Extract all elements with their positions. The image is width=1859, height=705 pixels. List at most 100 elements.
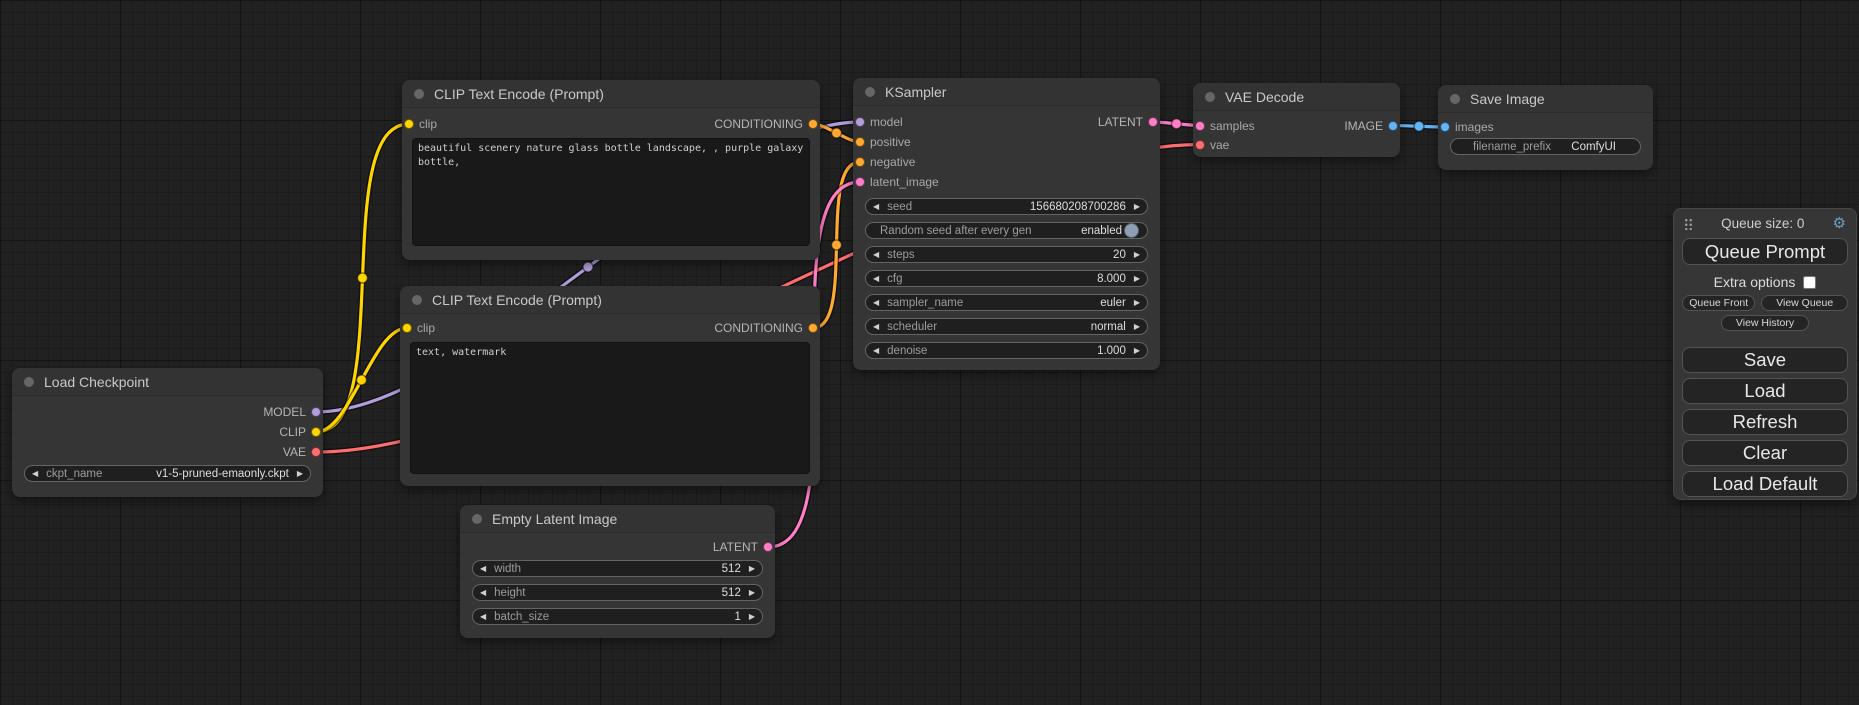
decrement-arrow-icon[interactable]: ◀ [873, 347, 879, 355]
port-clip-input[interactable] [402, 323, 412, 333]
queue-prompt-button[interactable]: Queue Prompt [1682, 238, 1848, 265]
widget-value: 512 [722, 563, 741, 575]
load-button[interactable]: Load [1682, 378, 1848, 404]
node-collapse-dot[interactable] [24, 377, 34, 387]
node-clip-text-encode-negative[interactable]: CLIP Text Encode (Prompt) clip CONDITION… [400, 286, 820, 486]
node-title: VAE Decode [1225, 89, 1304, 105]
widget-steps[interactable]: ◀ steps 20 ▶ [865, 246, 1148, 263]
prompt-textarea[interactable]: text, watermark [410, 342, 810, 474]
extra-options-checkbox[interactable] [1803, 276, 1816, 289]
node-collapse-dot[interactable] [1205, 92, 1215, 102]
increment-arrow-icon[interactable]: ▶ [1134, 251, 1140, 259]
widget-cfg[interactable]: ◀ cfg 8.000 ▶ [865, 270, 1148, 287]
decrement-arrow-icon[interactable]: ◀ [32, 470, 38, 478]
widget-value: euler [1100, 297, 1126, 309]
decrement-arrow-icon[interactable]: ◀ [873, 323, 879, 331]
graph-canvas[interactable]: Load Checkpoint MODEL CLIP VAE ◀ ckpt_na… [0, 0, 1859, 705]
widget-denoise[interactable]: ◀ denoise 1.000 ▶ [865, 342, 1148, 359]
port-negative-input[interactable] [855, 157, 865, 167]
port-clip-input[interactable] [404, 119, 414, 129]
port-images-input[interactable] [1440, 122, 1450, 132]
node-vae-decode[interactable]: VAE Decode samples IMAGE vae [1193, 83, 1400, 157]
node-ksampler[interactable]: KSampler model LATENT positive negative … [853, 78, 1160, 370]
output-label: VAE [283, 445, 306, 459]
port-samples-input[interactable] [1195, 121, 1205, 131]
increment-arrow-icon[interactable]: ▶ [1134, 323, 1140, 331]
node-collapse-dot[interactable] [865, 87, 875, 97]
node-clip-text-encode-positive[interactable]: CLIP Text Encode (Prompt) clip CONDITION… [402, 80, 820, 260]
port-conditioning-output[interactable] [808, 323, 818, 333]
widget-ckpt-name[interactable]: ◀ ckpt_name v1-5-pruned-emaonly.ckpt ▶ [24, 465, 311, 482]
decrement-arrow-icon[interactable]: ◀ [480, 589, 486, 597]
load-default-button[interactable]: Load Default [1682, 471, 1848, 497]
increment-arrow-icon[interactable]: ▶ [749, 613, 755, 621]
port-model-input[interactable] [855, 117, 865, 127]
node-collapse-dot[interactable] [472, 514, 482, 524]
prompt-textarea[interactable]: beautiful scenery nature glass bottle la… [412, 138, 810, 246]
view-history-button[interactable]: View History [1721, 315, 1809, 331]
widget-scheduler[interactable]: ◀ scheduler normal ▶ [865, 318, 1148, 335]
widget-label: filename_prefix [1473, 141, 1571, 153]
output-label: LATENT [1098, 115, 1143, 129]
decrement-arrow-icon[interactable]: ◀ [873, 275, 879, 283]
widget-sampler-name[interactable]: ◀ sampler_name euler ▶ [865, 294, 1148, 311]
widget-filename-prefix[interactable]: filename_prefix ComfyUI [1450, 138, 1641, 155]
output-label: LATENT [713, 540, 758, 554]
port-image-output[interactable] [1388, 121, 1398, 131]
output-row: MODEL [12, 402, 323, 422]
port-conditioning-output[interactable] [808, 119, 818, 129]
node-load-checkpoint[interactable]: Load Checkpoint MODEL CLIP VAE ◀ ckpt_na… [12, 368, 323, 497]
decrement-arrow-icon[interactable]: ◀ [480, 613, 486, 621]
refresh-button[interactable]: Refresh [1682, 409, 1848, 435]
node-empty-latent-image[interactable]: Empty Latent Image LATENT ◀ width 512 ▶ … [460, 505, 775, 638]
widget-label: height [494, 587, 722, 599]
port-positive-input[interactable] [855, 137, 865, 147]
port-vae-input[interactable] [1195, 140, 1205, 150]
node-collapse-dot[interactable] [412, 295, 422, 305]
increment-arrow-icon[interactable]: ▶ [1134, 299, 1140, 307]
widget-random-seed-toggle[interactable]: Random seed after every gen enabled [865, 222, 1148, 239]
widget-seed[interactable]: ◀ seed 156680208700286 ▶ [865, 198, 1148, 215]
port-vae-output[interactable] [311, 447, 321, 457]
node-title-bar[interactable]: Empty Latent Image [460, 505, 775, 533]
increment-arrow-icon[interactable]: ▶ [1134, 275, 1140, 283]
queue-front-button[interactable]: Queue Front [1682, 295, 1755, 311]
node-collapse-dot[interactable] [1450, 94, 1460, 104]
save-button[interactable]: Save [1682, 347, 1848, 373]
node-save-image[interactable]: Save Image images filename_prefix ComfyU… [1438, 85, 1653, 170]
port-latent-image-input[interactable] [855, 177, 865, 187]
port-clip-output[interactable] [311, 427, 321, 437]
decrement-arrow-icon[interactable]: ◀ [873, 203, 879, 211]
input-label: latent_image [870, 175, 939, 189]
node-title-bar[interactable]: VAE Decode [1193, 83, 1400, 111]
widget-width[interactable]: ◀ width 512 ▶ [472, 560, 763, 577]
widget-batch-size[interactable]: ◀ batch_size 1 ▶ [472, 608, 763, 625]
node-collapse-dot[interactable] [414, 89, 424, 99]
output-label: CLIP [279, 425, 306, 439]
node-title-bar[interactable]: KSampler [853, 78, 1160, 106]
input-label: model [870, 115, 903, 129]
node-title-bar[interactable]: CLIP Text Encode (Prompt) [400, 286, 820, 314]
view-queue-button[interactable]: View Queue [1761, 295, 1848, 311]
increment-arrow-icon[interactable]: ▶ [1134, 203, 1140, 211]
increment-arrow-icon[interactable]: ▶ [1134, 347, 1140, 355]
increment-arrow-icon[interactable]: ▶ [297, 470, 303, 478]
widget-height[interactable]: ◀ height 512 ▶ [472, 584, 763, 601]
node-title-bar[interactable]: Save Image [1438, 85, 1653, 113]
node-title-bar[interactable]: CLIP Text Encode (Prompt) [402, 80, 820, 108]
output-label: MODEL [263, 405, 306, 419]
settings-gear-icon[interactable]: ⚙ [1833, 216, 1846, 231]
port-latent-output[interactable] [763, 542, 773, 552]
increment-arrow-icon[interactable]: ▶ [749, 565, 755, 573]
comfy-menu-panel[interactable]: Queue size: 0 ⚙ Queue Prompt Extra optio… [1673, 208, 1857, 500]
clear-button[interactable]: Clear [1682, 440, 1848, 466]
decrement-arrow-icon[interactable]: ◀ [873, 251, 879, 259]
port-model-output[interactable] [311, 407, 321, 417]
decrement-arrow-icon[interactable]: ◀ [873, 299, 879, 307]
toggle-knob-icon[interactable] [1124, 223, 1139, 238]
node-title-bar[interactable]: Load Checkpoint [12, 368, 323, 396]
decrement-arrow-icon[interactable]: ◀ [480, 565, 486, 573]
drag-handle-icon[interactable] [1684, 218, 1693, 230]
port-latent-output[interactable] [1148, 117, 1158, 127]
increment-arrow-icon[interactable]: ▶ [749, 589, 755, 597]
